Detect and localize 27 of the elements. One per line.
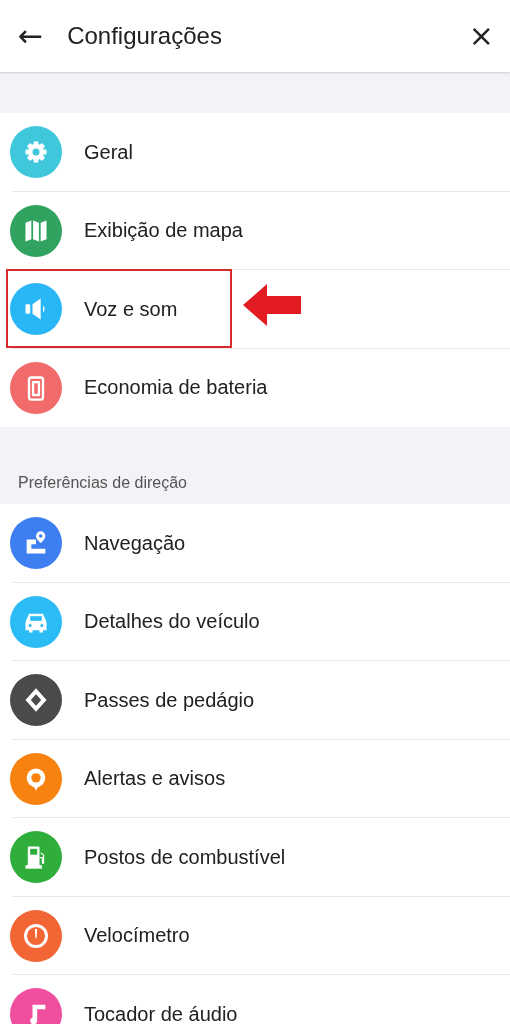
settings-item[interactable]: Voz e som [0,270,510,349]
settings-item[interactable]: Alertas e avisos [0,739,510,818]
settings-item[interactable]: Economia de bateria [0,348,510,427]
settings-item[interactable]: Geral [0,113,510,192]
item-label: Economia de bateria [84,376,268,400]
item-label: Geral [84,140,133,164]
item-label: Alertas e avisos [84,767,226,791]
back-button[interactable]: ← [18,21,44,51]
item-label: Detalhes do veículo [84,610,260,634]
item-label: Passes de pedágio [84,688,255,712]
item-label: Tocador de áudio [84,1002,238,1024]
settings-item[interactable]: Detalhes do veículo [0,582,510,661]
item-label: Velocímetro [84,924,190,948]
pointer-arrow-icon [243,284,301,326]
settings-item[interactable]: Navegação [0,504,510,583]
item-label: Voz e som [84,297,178,321]
settings-item[interactable]: Tocador de áudio [0,975,510,1024]
section-heading: Preferências de direção [17,473,188,493]
settings-item[interactable]: Passes de pedágio [0,661,510,740]
settings-item[interactable]: Exibição de mapa [0,191,510,270]
item-label: Postos de combustível [84,845,286,869]
window-title: Configurações [67,22,223,50]
settings-item[interactable]: Velocímetro [0,896,510,975]
settings-item[interactable]: Postos de combustível [0,818,510,897]
item-label: Exibição de mapa [84,219,243,243]
item-label: Navegação [84,531,186,555]
close-button[interactable]: × [468,21,494,51]
